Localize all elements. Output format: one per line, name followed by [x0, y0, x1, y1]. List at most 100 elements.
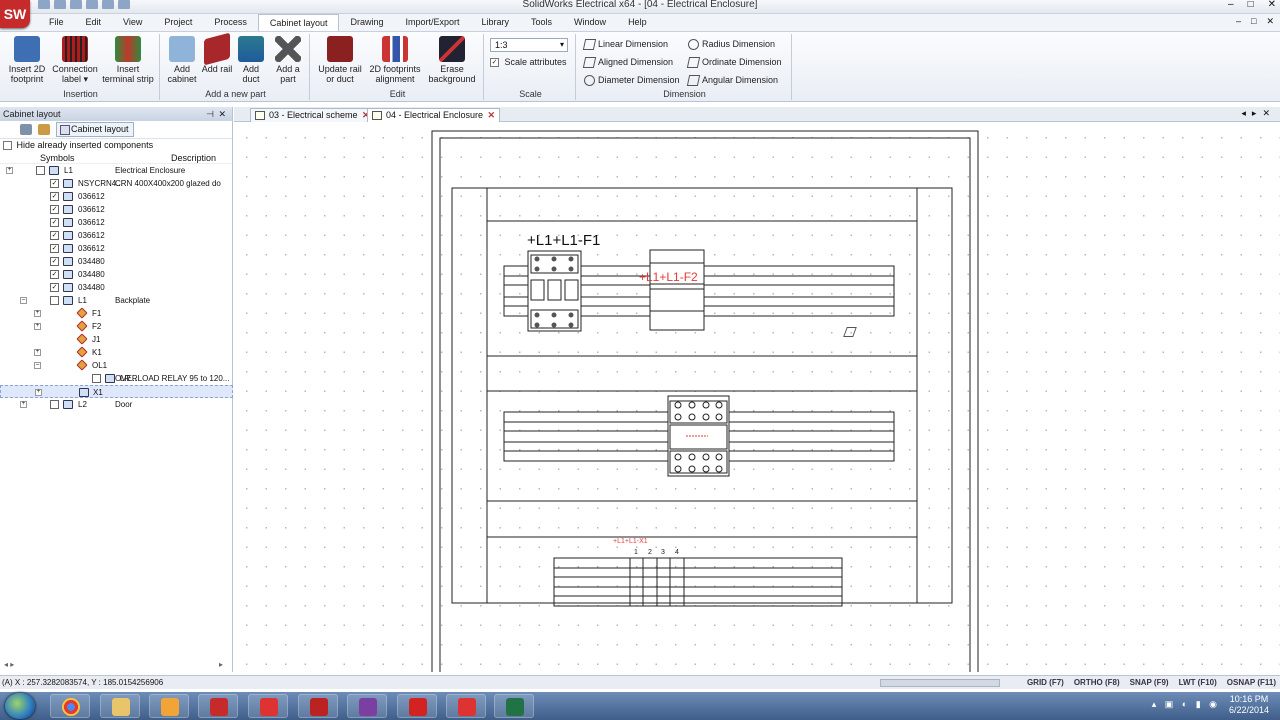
- linear-dimension-button[interactable]: Linear Dimension: [582, 38, 668, 51]
- tree-row[interactable]: ✓ NSYCRN4... CRN 400X400x200 glazed do: [0, 177, 233, 190]
- tree-checkbox[interactable]: ✓: [50, 244, 59, 253]
- drawing-canvas[interactable]: +L1+L1-F1 +L1+L1-F2 +L1+L1-X1 1 2 3 4: [234, 123, 1280, 672]
- add-part-button[interactable]: Add a part: [270, 36, 306, 84]
- menu-import-export[interactable]: Import/Export: [394, 14, 470, 31]
- tab-electrical-enclosure[interactable]: 04 - Electrical Enclosure ✕: [367, 108, 501, 122]
- erase-background-button[interactable]: Erase background: [424, 36, 480, 84]
- menu-drawing[interactable]: Drawing: [339, 14, 394, 31]
- symbols-column-header[interactable]: Symbols: [40, 152, 75, 164]
- grid-toggle[interactable]: GRID (F7): [1027, 676, 1064, 689]
- app-menu-button[interactable]: SW: [0, 0, 30, 28]
- tree-checkbox[interactable]: ✓: [50, 179, 59, 188]
- tree-checkbox[interactable]: ✓: [50, 270, 59, 279]
- lwt-toggle[interactable]: LWT (F10): [1179, 676, 1217, 689]
- tree-row[interactable]: ✓ 034480: [0, 268, 233, 281]
- add-duct-button[interactable]: Add duct: [234, 36, 268, 84]
- scale-attributes-checkbox[interactable]: ✓ Scale attributes: [490, 56, 567, 68]
- tree-checkbox[interactable]: [92, 374, 101, 383]
- panel-close-icon[interactable]: ✕: [218, 107, 226, 121]
- scroll-left-icon[interactable]: ◂ ▸: [4, 660, 14, 669]
- tree-checkbox[interactable]: [50, 400, 59, 409]
- panel-filter-icon[interactable]: [38, 124, 50, 135]
- add-cabinet-button[interactable]: Add cabinet: [164, 36, 200, 84]
- aligned-dimension-button[interactable]: Aligned Dimension: [582, 56, 673, 69]
- tree-row[interactable]: + F1: [0, 307, 233, 320]
- start-button[interactable]: [5, 693, 35, 719]
- clock[interactable]: 10:16 PM 6/22/2014: [1224, 694, 1274, 716]
- ortho-toggle[interactable]: ORTHO (F8): [1074, 676, 1120, 689]
- doc-close-button[interactable]: ✕: [1266, 16, 1274, 27]
- ordinate-dimension-button[interactable]: Ordinate Dimension: [686, 56, 782, 69]
- taskbar-solidworks-2[interactable]: [446, 694, 486, 718]
- hide-inserted-row[interactable]: Hide already inserted components: [0, 139, 232, 152]
- tree-checkbox[interactable]: ✓: [50, 218, 59, 227]
- minimize-button[interactable]: –: [1228, 0, 1234, 10]
- menu-view[interactable]: View: [112, 14, 153, 31]
- maximize-button[interactable]: □: [1248, 0, 1254, 10]
- close-tab-icon[interactable]: ✕: [488, 109, 496, 122]
- add-rail-button[interactable]: Add rail: [200, 32, 234, 74]
- doc-minimize-button[interactable]: –: [1236, 16, 1241, 27]
- description-column-header[interactable]: Description: [171, 152, 216, 164]
- scroll-right-icon[interactable]: ▸: [219, 660, 223, 669]
- taskbar-acrobat[interactable]: [397, 694, 437, 718]
- expand-icon[interactable]: +: [34, 349, 41, 356]
- osnap-toggle[interactable]: OSNAP (F11): [1227, 676, 1276, 689]
- collapse-icon[interactable]: –: [34, 362, 41, 369]
- taskbar-onenote[interactable]: [347, 694, 387, 718]
- tree-row[interactable]: LR... OVERLOAD RELAY 95 to 120...: [0, 372, 233, 385]
- tree-row[interactable]: ✓ 036612: [0, 229, 233, 242]
- taskbar-solidworks[interactable]: [248, 694, 288, 718]
- tree-checkbox[interactable]: ✓: [50, 257, 59, 266]
- expand-icon[interactable]: +: [34, 310, 41, 317]
- collapse-icon[interactable]: –: [20, 297, 27, 304]
- tab-close-all-icon[interactable]: ✕: [1262, 108, 1276, 118]
- hide-inserted-checkbox[interactable]: [3, 141, 12, 151]
- tree-checkbox[interactable]: [36, 166, 45, 175]
- expand-icon[interactable]: +: [20, 401, 27, 408]
- menu-edit[interactable]: Edit: [75, 14, 113, 31]
- panel-refresh-icon[interactable]: [20, 124, 32, 135]
- tree-checkbox[interactable]: ✓: [50, 205, 59, 214]
- insert-terminal-strip-button[interactable]: Insert terminal strip: [100, 36, 156, 84]
- tree-row[interactable]: ✓ 036612: [0, 216, 233, 229]
- taskbar-explorer[interactable]: [100, 694, 140, 718]
- angular-dimension-button[interactable]: Angular Dimension: [686, 74, 778, 87]
- tree-checkbox[interactable]: ✓: [50, 192, 59, 201]
- tree-row[interactable]: – L1 Backplate: [0, 294, 233, 307]
- radius-dimension-button[interactable]: Radius Dimension: [688, 38, 775, 51]
- menu-window[interactable]: Window: [563, 14, 617, 31]
- doc-restore-button[interactable]: □: [1251, 16, 1256, 27]
- tab-next-icon[interactable]: ▸: [1252, 108, 1263, 118]
- tree-row[interactable]: + L1 Electrical Enclosure: [0, 164, 233, 177]
- tree-checkbox[interactable]: [50, 296, 59, 305]
- tree-row[interactable]: + K1: [0, 346, 233, 359]
- tree-row[interactable]: ✓ 034480: [0, 255, 233, 268]
- expand-icon[interactable]: +: [34, 323, 41, 330]
- menu-file[interactable]: File: [38, 14, 75, 31]
- taskbar-sw-electrical-2[interactable]: [298, 694, 338, 718]
- tree-row[interactable]: J1: [0, 333, 233, 346]
- menu-help[interactable]: Help: [617, 14, 658, 31]
- taskbar-excel[interactable]: [494, 694, 534, 718]
- snap-toggle[interactable]: SNAP (F9): [1130, 676, 1169, 689]
- update-rail-duct-button[interactable]: Update rail or duct: [314, 36, 366, 84]
- pin-icon[interactable]: ⊣: [206, 107, 214, 121]
- scale-select[interactable]: 1:3: [490, 38, 568, 52]
- tree-row[interactable]: ✓ 036612: [0, 242, 233, 255]
- tree-row[interactable]: ✓ 034480: [0, 281, 233, 294]
- diameter-dimension-button[interactable]: Diameter Dimension: [584, 74, 680, 87]
- taskbar-outlook[interactable]: [149, 694, 189, 718]
- tree-row[interactable]: + X1: [0, 385, 233, 398]
- tree-row[interactable]: + F2: [0, 320, 233, 333]
- taskbar-sw-electrical[interactable]: [198, 694, 238, 718]
- connection-label-button[interactable]: Connection label ▾: [50, 36, 100, 84]
- insert-2d-footprint-button[interactable]: Insert 2D footprint: [4, 36, 50, 84]
- tree-row[interactable]: ✓ 036612: [0, 203, 233, 216]
- system-tray[interactable]: ▴ ▣ ◐ ▮ ◉: [1152, 699, 1220, 710]
- menu-cabinet-layout[interactable]: Cabinet layout: [257, 14, 340, 31]
- expand-icon[interactable]: +: [35, 389, 42, 396]
- horizontal-scrollbar[interactable]: [880, 679, 1000, 687]
- tab-prev-icon[interactable]: ◂: [1241, 108, 1252, 118]
- expand-icon[interactable]: +: [6, 167, 13, 174]
